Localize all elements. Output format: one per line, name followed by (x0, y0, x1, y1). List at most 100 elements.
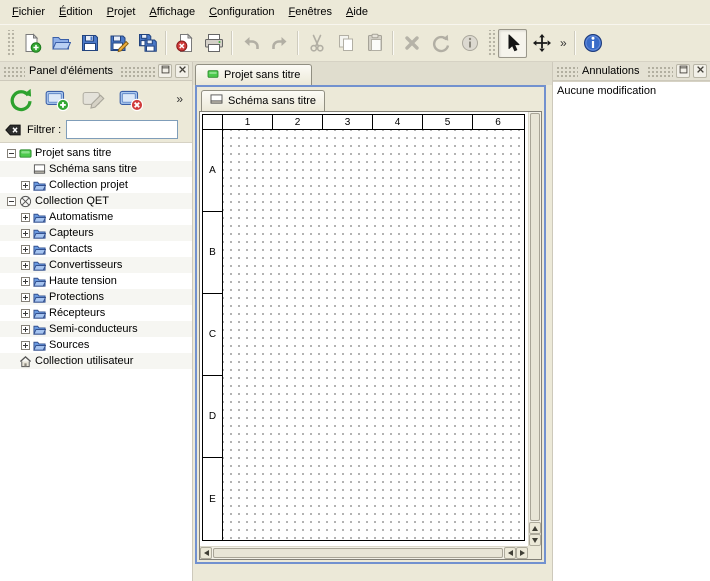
project-icon (207, 69, 219, 82)
column-header: 6 (473, 115, 523, 129)
about-button[interactable] (579, 29, 608, 58)
vertical-scrollbar-thumb[interactable] (530, 113, 540, 521)
toolbar-grip[interactable] (487, 30, 495, 56)
project-tab-bar: Projet sans titre (193, 62, 552, 85)
undo-panel-titlebar[interactable]: Annulations (553, 62, 710, 81)
select-mode-button[interactable] (498, 29, 527, 58)
expander-plus-icon[interactable] (21, 341, 30, 350)
elements-panel-toolbar: » (0, 81, 192, 117)
vertical-scrollbar[interactable] (528, 112, 541, 546)
scroll-left-button[interactable] (200, 547, 212, 559)
save-button[interactable] (75, 29, 104, 58)
delete-element-button[interactable] (116, 84, 146, 114)
delete-button (397, 29, 426, 58)
tree-item-semi-conducteurs[interactable]: Semi-conducteurs (0, 321, 192, 337)
tree-item-schema[interactable]: Schéma sans titre (0, 161, 192, 177)
column-header: 5 (423, 115, 473, 129)
save-as-icon (109, 33, 129, 53)
save-all-button[interactable] (133, 29, 162, 58)
scroll-up-button[interactable] (529, 522, 541, 534)
expander-plus-icon[interactable] (21, 245, 30, 254)
folder-icon (32, 211, 47, 224)
tree-item-collection-projet[interactable]: Collection projet (0, 177, 192, 193)
expander-plus-icon[interactable] (21, 277, 30, 286)
diagram-grid[interactable] (223, 130, 524, 540)
arrow-left-icon (508, 550, 513, 556)
menu-item-fenetres[interactable]: Fenêtres (282, 2, 339, 22)
expander-plus-icon[interactable] (21, 293, 30, 302)
pan-mode-button[interactable] (527, 29, 556, 58)
folder-icon (32, 291, 47, 304)
horizontal-scrollbar-thumb[interactable] (213, 548, 503, 558)
copy-icon (336, 33, 356, 53)
tree-item-contacts[interactable]: Contacts (0, 241, 192, 257)
scroll-right-button[interactable] (516, 547, 528, 559)
expander-minus-icon[interactable] (7, 197, 16, 206)
tree-item-sources[interactable]: Sources (0, 337, 192, 353)
cut-icon (307, 33, 327, 53)
expander-plus-icon[interactable] (21, 181, 30, 190)
expander-plus-icon[interactable] (21, 325, 30, 334)
close-document-icon (175, 33, 195, 53)
scroll-down-button[interactable] (529, 534, 541, 546)
tree-item-automatisme[interactable]: Automatisme (0, 209, 192, 225)
dock-float-button[interactable] (676, 64, 690, 78)
menu-item-configuration[interactable]: Configuration (202, 2, 281, 22)
diagram-canvas[interactable]: 1 2 3 4 5 6 A B (200, 112, 528, 546)
elements-tree: Projet sans titre Schéma sans titre Coll… (0, 142, 192, 581)
open-document-button[interactable] (46, 29, 75, 58)
expander-plus-icon[interactable] (21, 213, 30, 222)
tree-item-protections[interactable]: Protections (0, 289, 192, 305)
toolbar-grip[interactable] (6, 30, 14, 56)
schema-icon (32, 163, 47, 176)
tree-item-collection-utilisateur[interactable]: Collection utilisateur (0, 353, 192, 369)
main-area: Panel d'éléments » Filtrer : (0, 62, 710, 581)
scroll-left-button[interactable] (504, 547, 516, 559)
tab-projet-sans-titre[interactable]: Projet sans titre (195, 64, 312, 85)
print-icon (204, 33, 224, 53)
expander-plus-icon[interactable] (21, 309, 30, 318)
new-document-button[interactable] (17, 29, 46, 58)
new-element-button[interactable] (42, 84, 72, 114)
float-icon (679, 65, 688, 77)
panel-toolbar-overflow-button[interactable]: » (172, 85, 187, 114)
tree-item-project[interactable]: Projet sans titre (0, 145, 192, 161)
tree-item-capteurs[interactable]: Capteurs (0, 225, 192, 241)
elements-panel-titlebar[interactable]: Panel d'éléments (0, 62, 192, 81)
menu-item-projet[interactable]: Projet (100, 2, 143, 22)
select-arrow-icon (503, 33, 523, 53)
dock-close-button[interactable] (175, 64, 189, 78)
rotate-icon (431, 33, 451, 53)
menu-item-aide[interactable]: Aide (339, 2, 375, 22)
menu-item-edition[interactable]: Édition (52, 2, 100, 22)
undo-empty-text: Aucune modification (553, 82, 710, 100)
undo-panel-dock: Annulations Aucune modification (552, 62, 710, 581)
tree-item-convertisseurs[interactable]: Convertisseurs (0, 257, 192, 273)
filter-label: Filtrer : (27, 124, 61, 136)
tree-item-recepteurs[interactable]: Récepteurs (0, 305, 192, 321)
save-as-button[interactable] (104, 29, 133, 58)
close-document-button[interactable] (170, 29, 199, 58)
dock-grip (647, 66, 674, 77)
toolbar-separator (392, 31, 394, 55)
clear-filter-button[interactable] (4, 121, 22, 139)
print-button[interactable] (199, 29, 228, 58)
new-element-icon (44, 86, 70, 112)
toolbar-separator (165, 31, 167, 55)
undo-list[interactable]: Aucune modification (553, 81, 710, 581)
tab-schema-sans-titre[interactable]: Schéma sans titre (201, 90, 325, 111)
expander-plus-icon[interactable] (21, 229, 30, 238)
reload-collections-button[interactable] (5, 84, 35, 114)
toolbar-overflow-button[interactable]: » (556, 29, 571, 58)
dock-float-button[interactable] (158, 64, 172, 78)
corner-cell (203, 115, 223, 129)
expander-minus-icon[interactable] (7, 149, 16, 158)
dock-close-button[interactable] (693, 64, 707, 78)
menu-item-affichage[interactable]: Affichage (142, 2, 202, 22)
expander-plus-icon[interactable] (21, 261, 30, 270)
horizontal-scrollbar[interactable] (200, 546, 528, 559)
tree-item-haute-tension[interactable]: Haute tension (0, 273, 192, 289)
filter-input[interactable] (66, 120, 178, 139)
menu-item-fichier[interactable]: Fichier (5, 2, 52, 22)
tree-item-collection-qet[interactable]: Collection QET (0, 193, 192, 209)
